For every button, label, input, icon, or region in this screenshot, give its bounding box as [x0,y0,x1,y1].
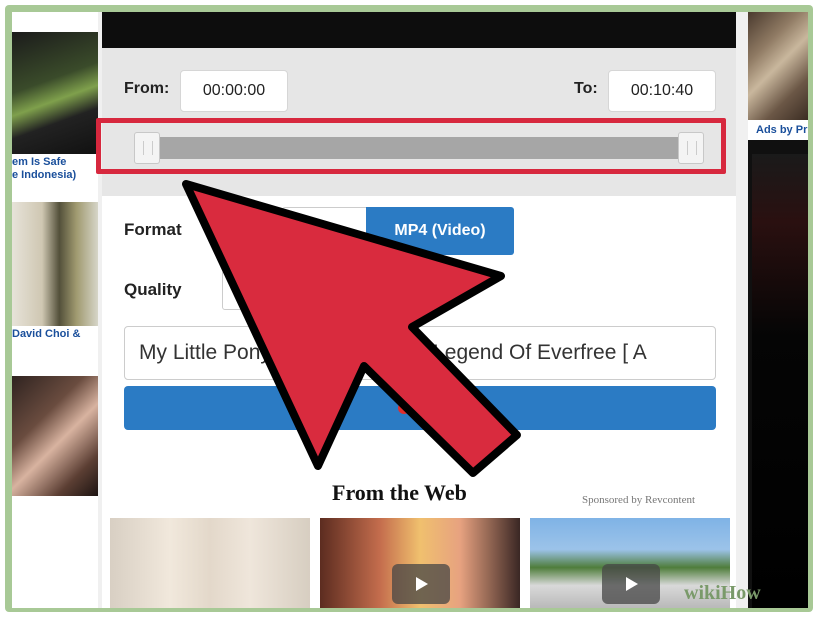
wikihow-watermark: wikiHow [684,582,761,604]
pointer-arrow-icon [182,180,521,477]
